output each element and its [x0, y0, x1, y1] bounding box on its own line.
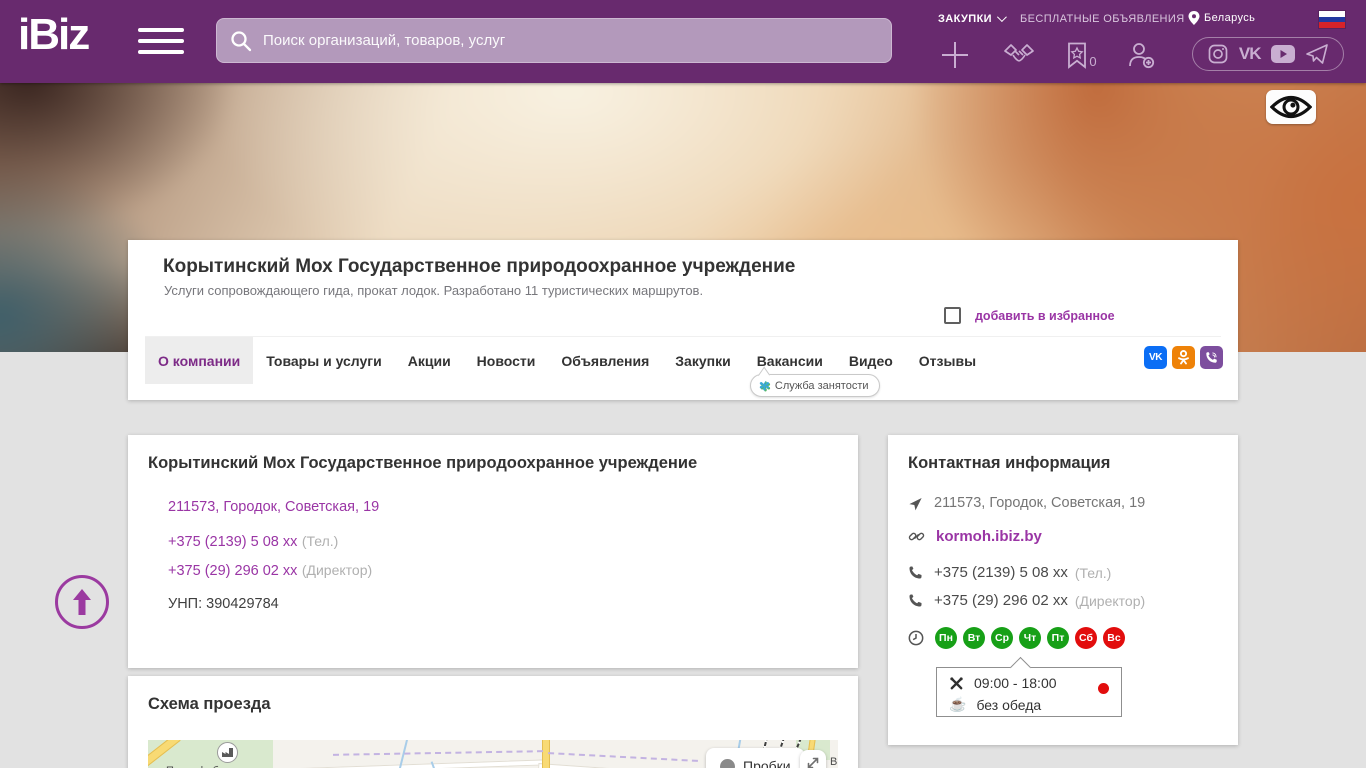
- day-sat[interactable]: Сб: [1075, 627, 1097, 649]
- phone-icon: [908, 593, 923, 608]
- employment-service-icon: ✻: [759, 377, 770, 393]
- map-card-title: Схема проезда: [148, 695, 271, 713]
- tab-reviews[interactable]: Отзывы: [906, 337, 989, 384]
- contact-card-title: Контактная информация: [908, 454, 1111, 472]
- search-input[interactable]: [263, 32, 879, 49]
- favorites-bookmark-icon[interactable]: 0: [1062, 42, 1102, 69]
- favorites-count: 0: [1089, 53, 1097, 69]
- about-card-title: Корытинский Мох Государственное природоо…: [148, 454, 698, 472]
- instagram-icon[interactable]: [1208, 44, 1228, 64]
- vk-icon[interactable]: VK: [1239, 44, 1262, 64]
- company-subtitle: Услуги сопровождающего гида, прокат лодо…: [164, 283, 704, 298]
- arrow-up-icon: [70, 587, 94, 617]
- traffic-button[interactable]: Пробки: [706, 748, 805, 768]
- header-social-links: VK: [1192, 37, 1344, 71]
- menu-icon[interactable]: [138, 28, 184, 56]
- chevron-down-icon: [996, 12, 1007, 23]
- add-user-icon[interactable]: [1124, 41, 1158, 69]
- day-tue[interactable]: Вт: [963, 627, 985, 649]
- search-bar: [216, 18, 892, 63]
- tab-news[interactable]: Новости: [464, 337, 549, 384]
- day-thu[interactable]: Чт: [1019, 627, 1041, 649]
- company-website-link[interactable]: kormoh.ibiz.by: [936, 528, 1042, 545]
- contact-address: 211573, Городок, Советская, 19: [934, 495, 1146, 511]
- language-flag-ru[interactable]: [1319, 11, 1345, 28]
- coffee-cup-icon: ☕: [949, 696, 967, 712]
- search-icon: [229, 29, 253, 53]
- tab-ads[interactable]: Объявления: [548, 337, 662, 384]
- map-card: Схема проезда Птицефабрика В Пробки: [128, 676, 858, 768]
- work-tools-icon: [949, 676, 964, 691]
- handshake-icon[interactable]: [1002, 42, 1036, 68]
- back-to-top-button[interactable]: [55, 575, 109, 629]
- vk-share-button[interactable]: VK: [1144, 346, 1167, 369]
- contact-phone: +375 (2139) 5 08 xx: [934, 564, 1068, 581]
- company-header-card: Корытинский Мох Государственное природоо…: [128, 240, 1238, 400]
- nav-free-ads[interactable]: БЕСПЛАТНЫЕ ОБЪЯВЛЕНИЯ: [1020, 13, 1185, 25]
- clock-icon: [908, 630, 924, 646]
- favorite-checkbox[interactable]: [944, 307, 961, 324]
- map-expand-button[interactable]: [800, 750, 826, 768]
- company-unp: УНП: 390429784: [168, 596, 279, 612]
- about-card: Корытинский Мох Государственное природоо…: [128, 435, 858, 668]
- phone-type-label: (Директор): [1074, 592, 1146, 609]
- add-company-icon[interactable]: [938, 40, 972, 70]
- contact-phone: +375 (29) 296 02 xx: [934, 592, 1068, 609]
- map-canvas[interactable]: Птицефабрика В Пробки: [148, 740, 838, 768]
- region-selector[interactable]: Беларусь: [1188, 11, 1255, 25]
- phone-type-label: (Тел.): [301, 533, 339, 549]
- tab-about[interactable]: О компании: [145, 337, 254, 384]
- favorite-label: добавить в избранное: [975, 308, 1115, 323]
- company-address-link[interactable]: 211573, Городок, Советская, 19: [168, 499, 379, 515]
- ok-share-button[interactable]: [1172, 346, 1195, 369]
- phone-link[interactable]: +375 (2139) 5 08 xx: [168, 534, 297, 550]
- company-title: Корытинский Мох Государственное природоо…: [163, 256, 796, 277]
- add-to-favorites[interactable]: добавить в избранное: [944, 307, 1115, 324]
- navigation-arrow-icon: [908, 496, 923, 511]
- closed-now-indicator: [1098, 683, 1109, 694]
- day-sun[interactable]: Вс: [1103, 627, 1125, 649]
- header: iBiz ЗАКУПКИ БЕСПЛАТНЫЕ ОБЪЯВЛЕНИЯ Белар…: [0, 0, 1366, 83]
- contact-card: Контактная информация 211573, Городок, С…: [888, 435, 1238, 745]
- eye-icon: [1270, 94, 1312, 120]
- employment-service-badge[interactable]: ✻ Служба занятости: [750, 374, 880, 397]
- phone-type-label: (Тел.): [1074, 564, 1112, 581]
- working-days: Пн Вт Ср Чт Пт Сб Вс: [935, 627, 1125, 649]
- day-fri[interactable]: Пт: [1047, 627, 1069, 649]
- accessibility-eye-button[interactable]: [1266, 90, 1316, 124]
- working-hours: 09:00 - 18:00: [974, 675, 1057, 691]
- traffic-icon: [720, 758, 735, 768]
- company-tabs: О компании Товары и услуги Акции Новости…: [145, 336, 1221, 384]
- link-icon: [908, 528, 925, 545]
- telegram-icon[interactable]: [1305, 44, 1328, 64]
- phone-icon: [908, 565, 923, 580]
- phone-link[interactable]: +375 (29) 296 02 xx: [168, 563, 297, 579]
- day-mon[interactable]: Пн: [935, 627, 957, 649]
- nav-purchases[interactable]: ЗАКУПКИ: [938, 12, 1007, 25]
- viber-button[interactable]: [1200, 346, 1223, 369]
- site-logo[interactable]: iBiz: [18, 10, 90, 60]
- tab-promotions[interactable]: Акции: [395, 337, 464, 384]
- company-social-buttons: VK: [1144, 346, 1223, 369]
- factory-poi-icon[interactable]: [217, 742, 238, 763]
- expand-icon: [806, 756, 820, 768]
- tab-products[interactable]: Товары и услуги: [253, 337, 394, 384]
- day-wed[interactable]: Ср: [991, 627, 1013, 649]
- lunch-info: без обеда: [976, 696, 1042, 713]
- youtube-icon[interactable]: [1271, 45, 1296, 63]
- map-partial-label: В: [830, 756, 838, 768]
- location-pin-icon: [1188, 11, 1200, 25]
- schedule-tooltip: 09:00 - 18:00 ☕ без обеда: [936, 667, 1122, 717]
- phone-type-label: (Директор): [301, 562, 373, 578]
- tab-purchases[interactable]: Закупки: [662, 337, 743, 384]
